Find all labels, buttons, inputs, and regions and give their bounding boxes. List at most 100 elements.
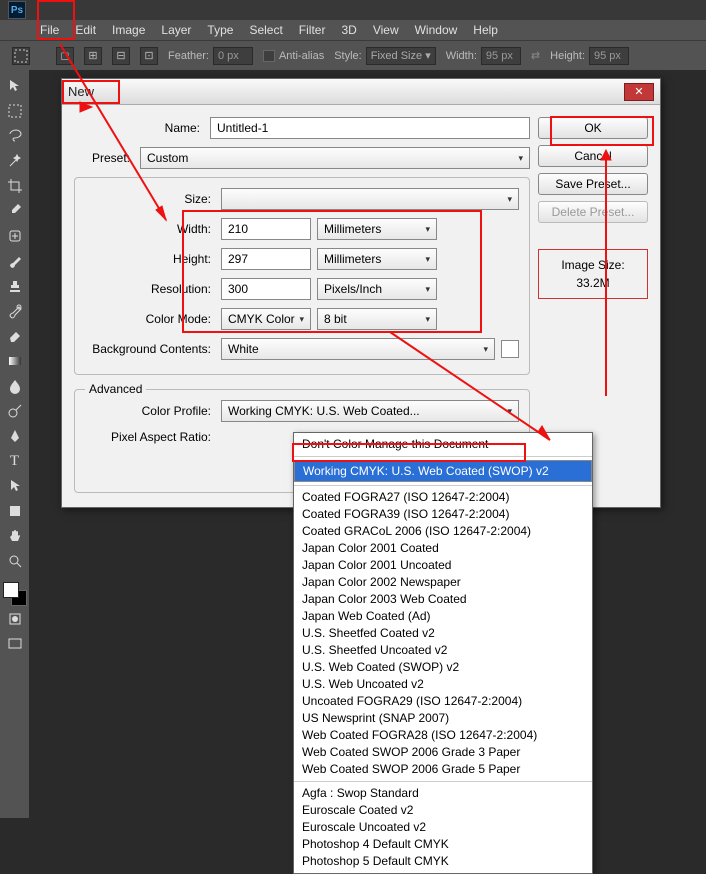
list-item[interactable]: Photoshop 5 Default CMYK [294, 853, 592, 870]
width-unit-select[interactable]: Millimeters▾ [317, 218, 437, 240]
list-item[interactable]: Working CMYK: U.S. Web Coated (SWOP) v2 [294, 460, 592, 482]
colormode-bits-select[interactable]: 8 bit▾ [317, 308, 437, 330]
list-item[interactable]: Japan Color 2001 Uncoated [294, 557, 592, 574]
lasso-tool-icon[interactable] [3, 124, 27, 148]
list-item[interactable]: Euroscale Coated v2 [294, 802, 592, 819]
menu-filter[interactable]: Filter [299, 23, 326, 37]
opts-height-input[interactable]: 95 px [589, 47, 629, 65]
save-preset-button[interactable]: Save Preset... [538, 173, 648, 195]
list-item[interactable]: Coated FOGRA39 (ISO 12647-2:2004) [294, 506, 592, 523]
menu-help[interactable]: Help [473, 23, 498, 37]
move-tool-icon[interactable] [3, 74, 27, 98]
resolution-input[interactable] [221, 278, 311, 300]
name-input[interactable] [210, 117, 530, 139]
eyedropper-tool-icon[interactable] [3, 199, 27, 223]
height-input[interactable] [221, 248, 311, 270]
menu-edit[interactable]: Edit [75, 23, 96, 37]
menu-type[interactable]: Type [207, 23, 233, 37]
list-item[interactable]: Japan Web Coated (Ad) [294, 608, 592, 625]
marquee-tool-icon[interactable] [3, 99, 27, 123]
selection-subtract-icon[interactable]: ⊟ [112, 47, 130, 65]
hand-tool-icon[interactable] [3, 524, 27, 548]
selection-new-icon[interactable]: ◻ [56, 47, 74, 65]
list-item[interactable]: US Newsprint (SNAP 2007) [294, 710, 592, 727]
marquee-tool-icon[interactable] [12, 47, 30, 65]
list-item[interactable]: U.S. Sheetfed Coated v2 [294, 625, 592, 642]
menu-layer[interactable]: Layer [161, 23, 191, 37]
size-label: Size: [85, 192, 215, 206]
style-label: Style: [334, 50, 362, 62]
preset-label: Preset: [74, 151, 134, 165]
shape-tool-icon[interactable] [3, 499, 27, 523]
list-item[interactable]: Japan Color 2003 Web Coated [294, 591, 592, 608]
wand-tool-icon[interactable] [3, 149, 27, 173]
list-item[interactable]: Web Coated FOGRA28 (ISO 12647-2:2004) [294, 727, 592, 744]
menu-3d[interactable]: 3D [341, 23, 356, 37]
swap-wh-icon[interactable]: ⇄ [531, 49, 540, 62]
opts-width-label: Width: [446, 50, 477, 62]
list-item[interactable]: Web Coated SWOP 2006 Grade 5 Paper [294, 761, 592, 778]
path-select-icon[interactable] [3, 474, 27, 498]
list-item[interactable]: Coated GRACoL 2006 (ISO 12647-2:2004) [294, 523, 592, 540]
colorprofile-dropdown[interactable]: Don't Color Manage this Document Working… [293, 432, 593, 874]
list-item[interactable]: Don't Color Manage this Document [294, 436, 592, 453]
quickmask-icon[interactable] [3, 607, 27, 631]
colormode-select[interactable]: CMYK Color▾ [221, 308, 311, 330]
menu-select[interactable]: Select [249, 23, 282, 37]
menu-view[interactable]: View [373, 23, 399, 37]
menu-window[interactable]: Window [415, 23, 458, 37]
bgcontents-select[interactable]: White▾ [221, 338, 495, 360]
bgcontents-label: Background Contents: [85, 342, 215, 356]
screenmode-icon[interactable] [3, 632, 27, 656]
zoom-tool-icon[interactable] [3, 549, 27, 573]
image-size-readout: Image Size: 33.2M [538, 249, 648, 299]
pen-tool-icon[interactable] [3, 424, 27, 448]
options-bar: ◻ ⊞ ⊟ ⊡ Feather:0 px Anti-alias Style:Fi… [0, 40, 706, 70]
list-item[interactable]: Agfa : Swop Standard [294, 785, 592, 802]
blur-tool-icon[interactable] [3, 374, 27, 398]
list-item[interactable]: Web Coated SWOP 2006 Grade 3 Paper [294, 744, 592, 761]
size-select: ▾ [221, 188, 519, 210]
antialias-checkbox[interactable] [263, 50, 275, 62]
selection-intersect-icon[interactable]: ⊡ [140, 47, 158, 65]
list-item[interactable]: Uncoated FOGRA29 (ISO 12647-2:2004) [294, 693, 592, 710]
dialog-titlebar[interactable]: New ✕ [62, 79, 660, 105]
history-brush-icon[interactable] [3, 299, 27, 323]
list-item[interactable]: Japan Color 2001 Coated [294, 540, 592, 557]
gradient-tool-icon[interactable] [3, 349, 27, 373]
list-item[interactable]: U.S. Sheetfed Uncoated v2 [294, 642, 592, 659]
healing-brush-icon[interactable] [3, 224, 27, 248]
bgcolor-swatch[interactable] [501, 340, 519, 358]
width-label: Width: [85, 222, 215, 236]
list-item[interactable]: U.S. Web Coated (SWOP) v2 [294, 659, 592, 676]
stamp-tool-icon[interactable] [3, 274, 27, 298]
list-item[interactable]: Photoshop 4 Default CMYK [294, 836, 592, 853]
style-select[interactable]: Fixed Size▾ [366, 47, 436, 65]
dialog-title: New [68, 84, 94, 99]
crop-tool-icon[interactable] [3, 174, 27, 198]
dodge-tool-icon[interactable] [3, 399, 27, 423]
height-unit-select[interactable]: Millimeters▾ [317, 248, 437, 270]
colorprofile-select[interactable]: Working CMYK: U.S. Web Coated...▾ [221, 400, 519, 422]
name-label: Name: [74, 121, 204, 135]
list-item[interactable]: Coated FOGRA27 (ISO 12647-2:2004) [294, 489, 592, 506]
selection-add-icon[interactable]: ⊞ [84, 47, 102, 65]
preset-select[interactable]: Custom▾ [140, 147, 530, 169]
ok-button[interactable]: OK [538, 117, 648, 139]
close-icon[interactable]: ✕ [624, 83, 654, 101]
opts-width-input[interactable]: 95 px [481, 47, 521, 65]
width-input[interactable] [221, 218, 311, 240]
list-item[interactable]: Euroscale Uncoated v2 [294, 819, 592, 836]
type-tool-icon[interactable]: T [3, 449, 27, 473]
cancel-button[interactable]: Cancel [538, 145, 648, 167]
menu-image[interactable]: Image [112, 23, 145, 37]
app-titlebar: Ps [0, 0, 706, 20]
resolution-unit-select[interactable]: Pixels/Inch▾ [317, 278, 437, 300]
feather-input[interactable]: 0 px [213, 47, 253, 65]
list-item[interactable]: U.S. Web Uncoated v2 [294, 676, 592, 693]
list-item[interactable]: Japan Color 2002 Newspaper [294, 574, 592, 591]
eraser-tool-icon[interactable] [3, 324, 27, 348]
color-swatches[interactable] [3, 582, 27, 606]
menu-file[interactable]: File [40, 23, 59, 37]
brush-tool-icon[interactable] [3, 249, 27, 273]
